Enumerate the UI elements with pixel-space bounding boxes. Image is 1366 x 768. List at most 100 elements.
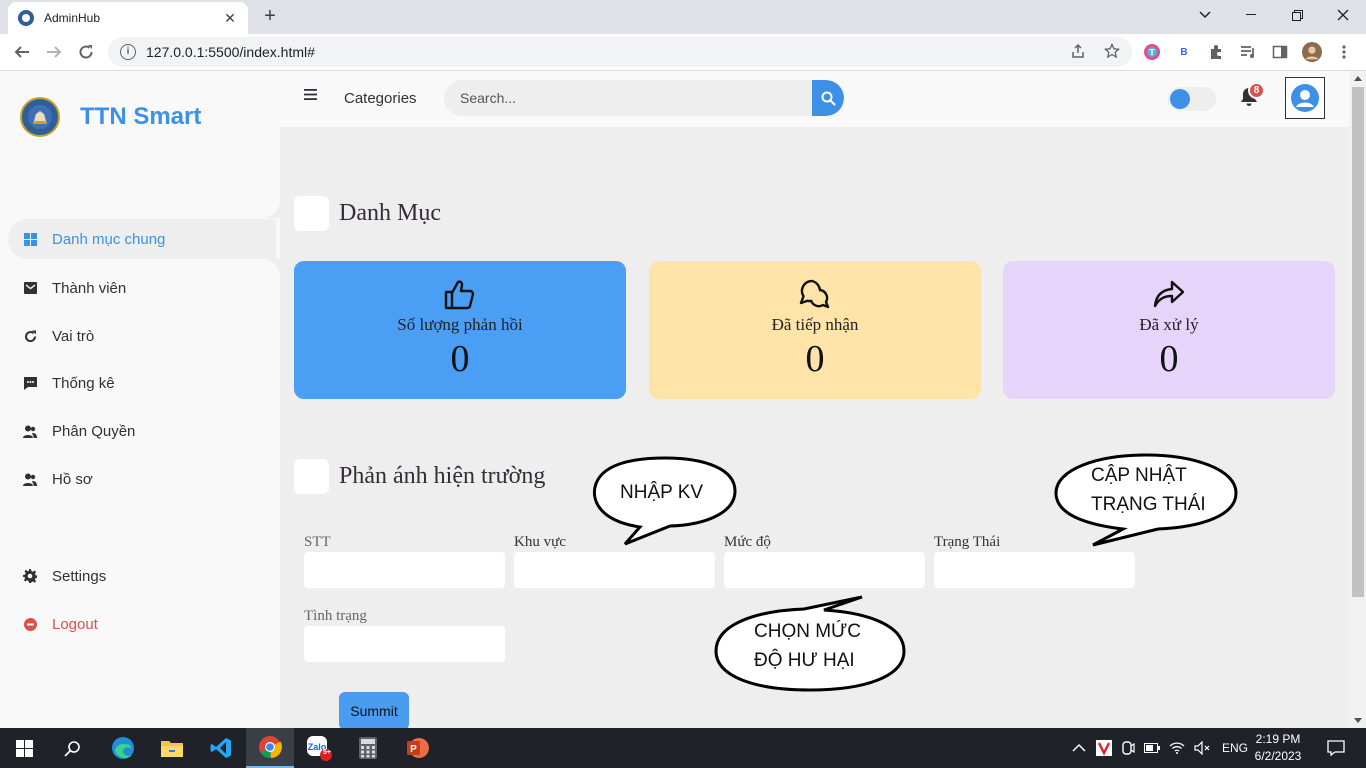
browser-tab[interactable]: AdminHub ✕: [8, 2, 248, 34]
tray-v-app-icon[interactable]: [1096, 740, 1112, 756]
card-value: 0: [1159, 338, 1179, 380]
sidebar-item-label: Hồ sơ: [52, 470, 93, 488]
scroll-thumb[interactable]: [1352, 87, 1364, 597]
address-bar[interactable]: i 127.0.0.1:5500/index.html#: [108, 37, 1132, 67]
stt-field[interactable]: [304, 552, 505, 588]
notification-center-icon[interactable]: [1312, 728, 1360, 768]
section-danh-muc-header: Danh Mục: [294, 196, 441, 231]
dark-mode-switch[interactable]: [1168, 87, 1216, 111]
menu-toggle-icon[interactable]: [304, 89, 317, 100]
taskbar-search-icon[interactable]: [48, 728, 96, 768]
notification-count-badge: 8: [1248, 82, 1265, 99]
close-window-button[interactable]: [1320, 0, 1366, 30]
section-checkbox: [294, 459, 329, 494]
extension-t-icon[interactable]: T: [1142, 42, 1162, 62]
sidebar: TTN Smart Danh mục chung Thành viên Vai …: [0, 71, 280, 728]
sidebar-item-thanh-vien[interactable]: Thành viên: [8, 268, 276, 308]
search-input[interactable]: [444, 80, 812, 116]
browser-menu-icon[interactable]: [1334, 42, 1354, 62]
profile-button[interactable]: [1285, 77, 1325, 119]
card-value: 0: [805, 338, 825, 380]
card-da-tiep-nhan: Đã tiếp nhận 0: [649, 261, 981, 399]
tray-language[interactable]: ENG: [1222, 741, 1248, 755]
tinh-trang-field[interactable]: [304, 626, 505, 662]
khu-vuc-field[interactable]: [514, 552, 715, 588]
categories-link[interactable]: Categories: [344, 90, 417, 107]
media-playlist-icon[interactable]: [1238, 42, 1258, 62]
sidebar-item-label: Vai trò: [52, 327, 95, 345]
bubble-text: ĐỘ HƯ HẠI: [754, 650, 855, 671]
card-value: 0: [450, 338, 470, 380]
extensions-puzzle-icon[interactable]: [1206, 42, 1226, 62]
side-panel-icon[interactable]: [1270, 42, 1290, 62]
chrome-icon[interactable]: [246, 728, 294, 768]
forward-arrow-icon[interactable]: [42, 40, 66, 64]
card-da-xu-ly: Đã xử lý 0: [1003, 261, 1335, 399]
submit-button[interactable]: Summit: [339, 692, 409, 728]
sidebar-item-label: Logout: [52, 615, 98, 633]
trang-thai-field[interactable]: [934, 552, 1135, 588]
tab-close-icon[interactable]: ✕: [222, 10, 238, 26]
clock-time: 2:19 PM: [1255, 732, 1301, 746]
reload-icon: [22, 328, 38, 344]
trang-thai-label: Trạng Thái: [934, 534, 1001, 550]
site-info-icon[interactable]: i: [120, 44, 136, 60]
card-so-luong-phan-hoi: Số lượng phản hồi 0: [294, 261, 626, 399]
sidebar-item-label: Thống kê: [52, 374, 115, 392]
reload-icon[interactable]: [74, 40, 98, 64]
speech-bubble-nhap-kv: NHẬP KV: [590, 455, 740, 547]
zalo-icon[interactable]: Zalo 5+: [295, 728, 343, 768]
tray-volume-muted-icon[interactable]: [1194, 741, 1210, 755]
sidebar-item-ho-so[interactable]: Hồ sơ: [8, 459, 276, 499]
sidebar-item-settings[interactable]: Settings: [8, 556, 276, 596]
file-explorer-icon[interactable]: [148, 728, 196, 768]
dashboard-icon: [22, 231, 38, 247]
search-form: [444, 80, 844, 116]
card-label: Đã xử lý: [1139, 315, 1199, 334]
edge-browser-icon[interactable]: [99, 728, 147, 768]
page-scrollbar[interactable]: [1350, 71, 1366, 728]
tray-battery-icon[interactable]: [1144, 743, 1160, 753]
tinh-trang-label: Tình trạng: [304, 608, 367, 624]
taskbar-clock[interactable]: 2:19 PM 6/2/2023: [1250, 731, 1306, 765]
sidebar-item-thong-ke[interactable]: Thống kê: [8, 363, 276, 403]
extension-b-icon[interactable]: B: [1174, 42, 1194, 62]
brand[interactable]: TTN Smart: [20, 97, 201, 137]
sidebar-item-vai-tro[interactable]: Vai trò: [8, 316, 276, 356]
calculator-icon[interactable]: [344, 728, 392, 768]
start-windows-icon[interactable]: [0, 728, 48, 768]
tray-chevron-up-icon[interactable]: [1072, 743, 1086, 753]
user-avatar-icon[interactable]: [1302, 42, 1322, 62]
muc-do-field[interactable]: [724, 552, 925, 588]
minimize-button[interactable]: [1228, 0, 1274, 30]
card-label: Đã tiếp nhận: [771, 315, 859, 334]
restore-button[interactable]: [1274, 0, 1320, 30]
sidebar-item-logout[interactable]: Logout: [8, 604, 276, 644]
tab-search-icon[interactable]: [1182, 0, 1228, 30]
tray-wifi-icon[interactable]: [1169, 742, 1185, 754]
tray-meet-now-icon[interactable]: [1121, 741, 1135, 755]
card-label: Số lượng phản hồi: [397, 315, 523, 334]
site-favicon-icon: [18, 10, 34, 26]
bookmark-star-icon[interactable]: [1104, 43, 1120, 59]
vscode-icon[interactable]: [197, 728, 245, 768]
chat-icon: [798, 277, 832, 311]
back-arrow-icon[interactable]: [10, 40, 34, 64]
sidebar-item-danh-muc-chung[interactable]: Danh mục chung: [8, 219, 276, 259]
search-button[interactable]: [812, 80, 844, 116]
brand-name: TTN Smart: [80, 103, 202, 130]
zalo-badge: 5+: [323, 749, 331, 756]
scroll-down-arrow-icon[interactable]: [1354, 718, 1362, 723]
khu-vuc-label: Khu vực: [514, 534, 566, 550]
users-icon: [22, 471, 38, 487]
sidebar-item-phan-quyen[interactable]: Phân Quyền: [8, 411, 276, 451]
scroll-up-arrow-icon[interactable]: [1354, 76, 1362, 81]
powerpoint-icon[interactable]: P: [393, 728, 441, 768]
bubble-text: CẬP NHẬT: [1091, 465, 1187, 486]
svg-text:P: P: [410, 744, 417, 755]
new-tab-button[interactable]: +: [260, 6, 280, 27]
share-page-icon[interactable]: [1070, 43, 1086, 59]
address-url: 127.0.0.1:5500/index.html#: [146, 44, 315, 60]
tab-title: AdminHub: [44, 11, 101, 25]
speech-bubble-chon-muc-do: CHỌN MỨC ĐỘ HƯ HẠI: [714, 595, 906, 693]
